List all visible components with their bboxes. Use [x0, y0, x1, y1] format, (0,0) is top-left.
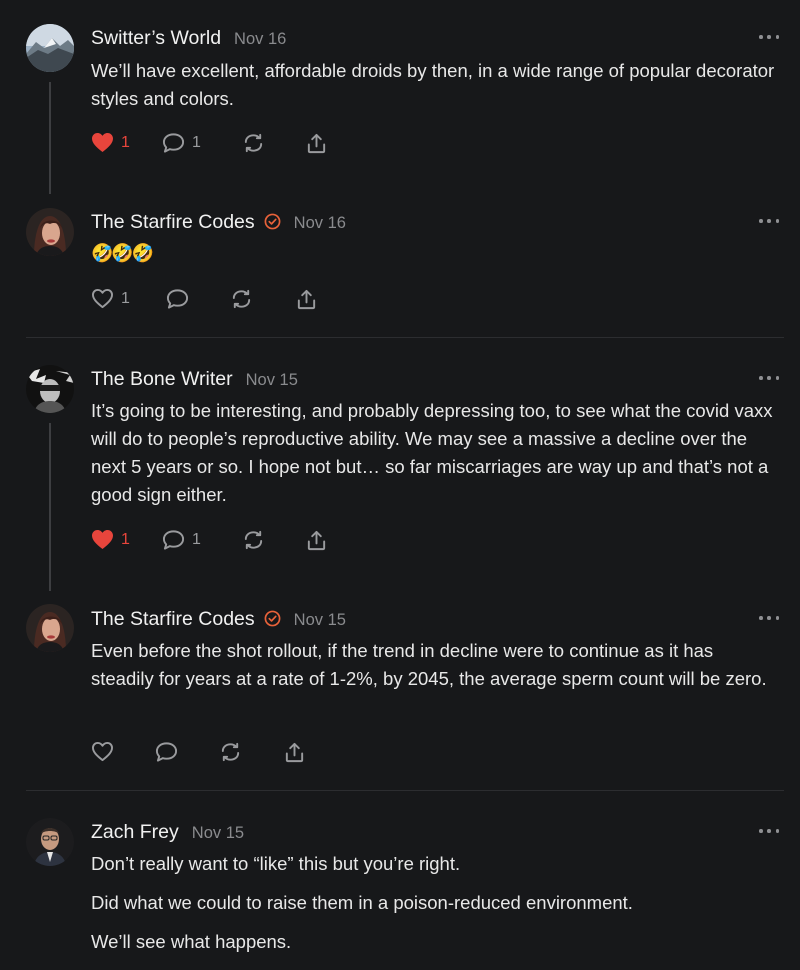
comment-icon	[162, 529, 185, 551]
comment-text: 🤣🤣🤣	[91, 243, 154, 263]
author-name[interactable]: The Starfire Codes	[91, 211, 255, 234]
heart-icon	[91, 529, 114, 550]
heart-icon	[91, 741, 114, 762]
author-name[interactable]: Zach Frey	[91, 821, 179, 844]
avatar[interactable]	[26, 208, 74, 256]
more-icon[interactable]	[759, 828, 779, 834]
restack-button[interactable]	[219, 741, 242, 763]
like-button[interactable]: 1	[91, 132, 130, 153]
avatar[interactable]	[26, 24, 74, 72]
verified-icon	[264, 213, 281, 230]
comment-text: Did what we could to raise them in a poi…	[91, 892, 633, 913]
share-button[interactable]	[283, 741, 306, 764]
reply-button[interactable]	[155, 741, 178, 763]
restack-icon	[230, 288, 253, 310]
more-icon[interactable]	[759, 34, 779, 40]
comment-body: We’ll have excellent, affordable droids …	[91, 57, 781, 124]
like-button[interactable]	[91, 741, 114, 762]
comment-date[interactable]: Nov 16	[294, 214, 346, 233]
comment-text: Even before the shot rollout, if the tre…	[91, 640, 767, 689]
like-button[interactable]: 1	[91, 529, 130, 550]
restack-button[interactable]	[242, 529, 265, 551]
share-icon	[283, 741, 306, 764]
heart-icon	[91, 132, 114, 153]
reply-count: 1	[192, 134, 201, 151]
author-name[interactable]: The Starfire Codes	[91, 608, 255, 631]
like-count: 1	[121, 133, 130, 151]
comment-date[interactable]: Nov 15	[192, 824, 244, 843]
comment-body: Don’t really want to “like” this but you…	[91, 850, 781, 967]
more-icon[interactable]	[759, 615, 779, 621]
comment-text: Don’t really want to “like” this but you…	[91, 853, 461, 874]
comment-text: We’ll see what happens.	[91, 931, 292, 952]
restack-icon	[242, 132, 265, 154]
comment-icon	[155, 741, 178, 763]
comment-text: We’ll have excellent, affordable droids …	[91, 60, 775, 109]
comment-body: It’s going to be interesting, and probab…	[91, 397, 781, 520]
reply-button[interactable]: 1	[162, 529, 201, 551]
like-count: 1	[121, 530, 130, 548]
restack-icon	[219, 741, 242, 763]
heart-icon	[91, 288, 114, 309]
thread-line	[49, 423, 51, 591]
comment-body: 🤣🤣🤣	[91, 239, 781, 278]
restack-icon	[242, 529, 265, 551]
share-icon	[295, 288, 318, 311]
comment-icon	[162, 132, 185, 154]
like-button[interactable]: 1	[91, 288, 130, 309]
share-button[interactable]	[305, 132, 328, 155]
avatar[interactable]	[26, 365, 74, 413]
divider	[26, 790, 784, 791]
share-button[interactable]	[295, 288, 318, 311]
divider	[26, 337, 784, 338]
restack-button[interactable]	[242, 132, 265, 154]
reply-count: 1	[192, 531, 201, 548]
comment-icon	[166, 288, 189, 310]
more-icon[interactable]	[759, 218, 779, 224]
reply-button[interactable]	[166, 288, 189, 310]
verified-icon	[264, 610, 281, 627]
comment-date[interactable]: Nov 15	[246, 371, 298, 390]
share-icon	[305, 132, 328, 155]
restack-button[interactable]	[230, 288, 253, 310]
comment-body: Even before the shot rollout, if the tre…	[91, 637, 781, 704]
like-count: 1	[121, 289, 130, 307]
thread-line	[49, 82, 51, 194]
author-name[interactable]: The Bone Writer	[91, 368, 233, 391]
share-icon	[305, 529, 328, 552]
avatar[interactable]	[26, 604, 74, 652]
comment-date[interactable]: Nov 16	[234, 30, 286, 49]
share-button[interactable]	[305, 529, 328, 552]
author-name[interactable]: Switter’s World	[91, 27, 221, 50]
avatar[interactable]	[26, 818, 74, 866]
comment-date[interactable]: Nov 15	[294, 611, 346, 630]
reply-button[interactable]: 1	[162, 132, 201, 154]
comment-text: It’s going to be interesting, and probab…	[91, 400, 773, 505]
more-icon[interactable]	[759, 375, 779, 381]
